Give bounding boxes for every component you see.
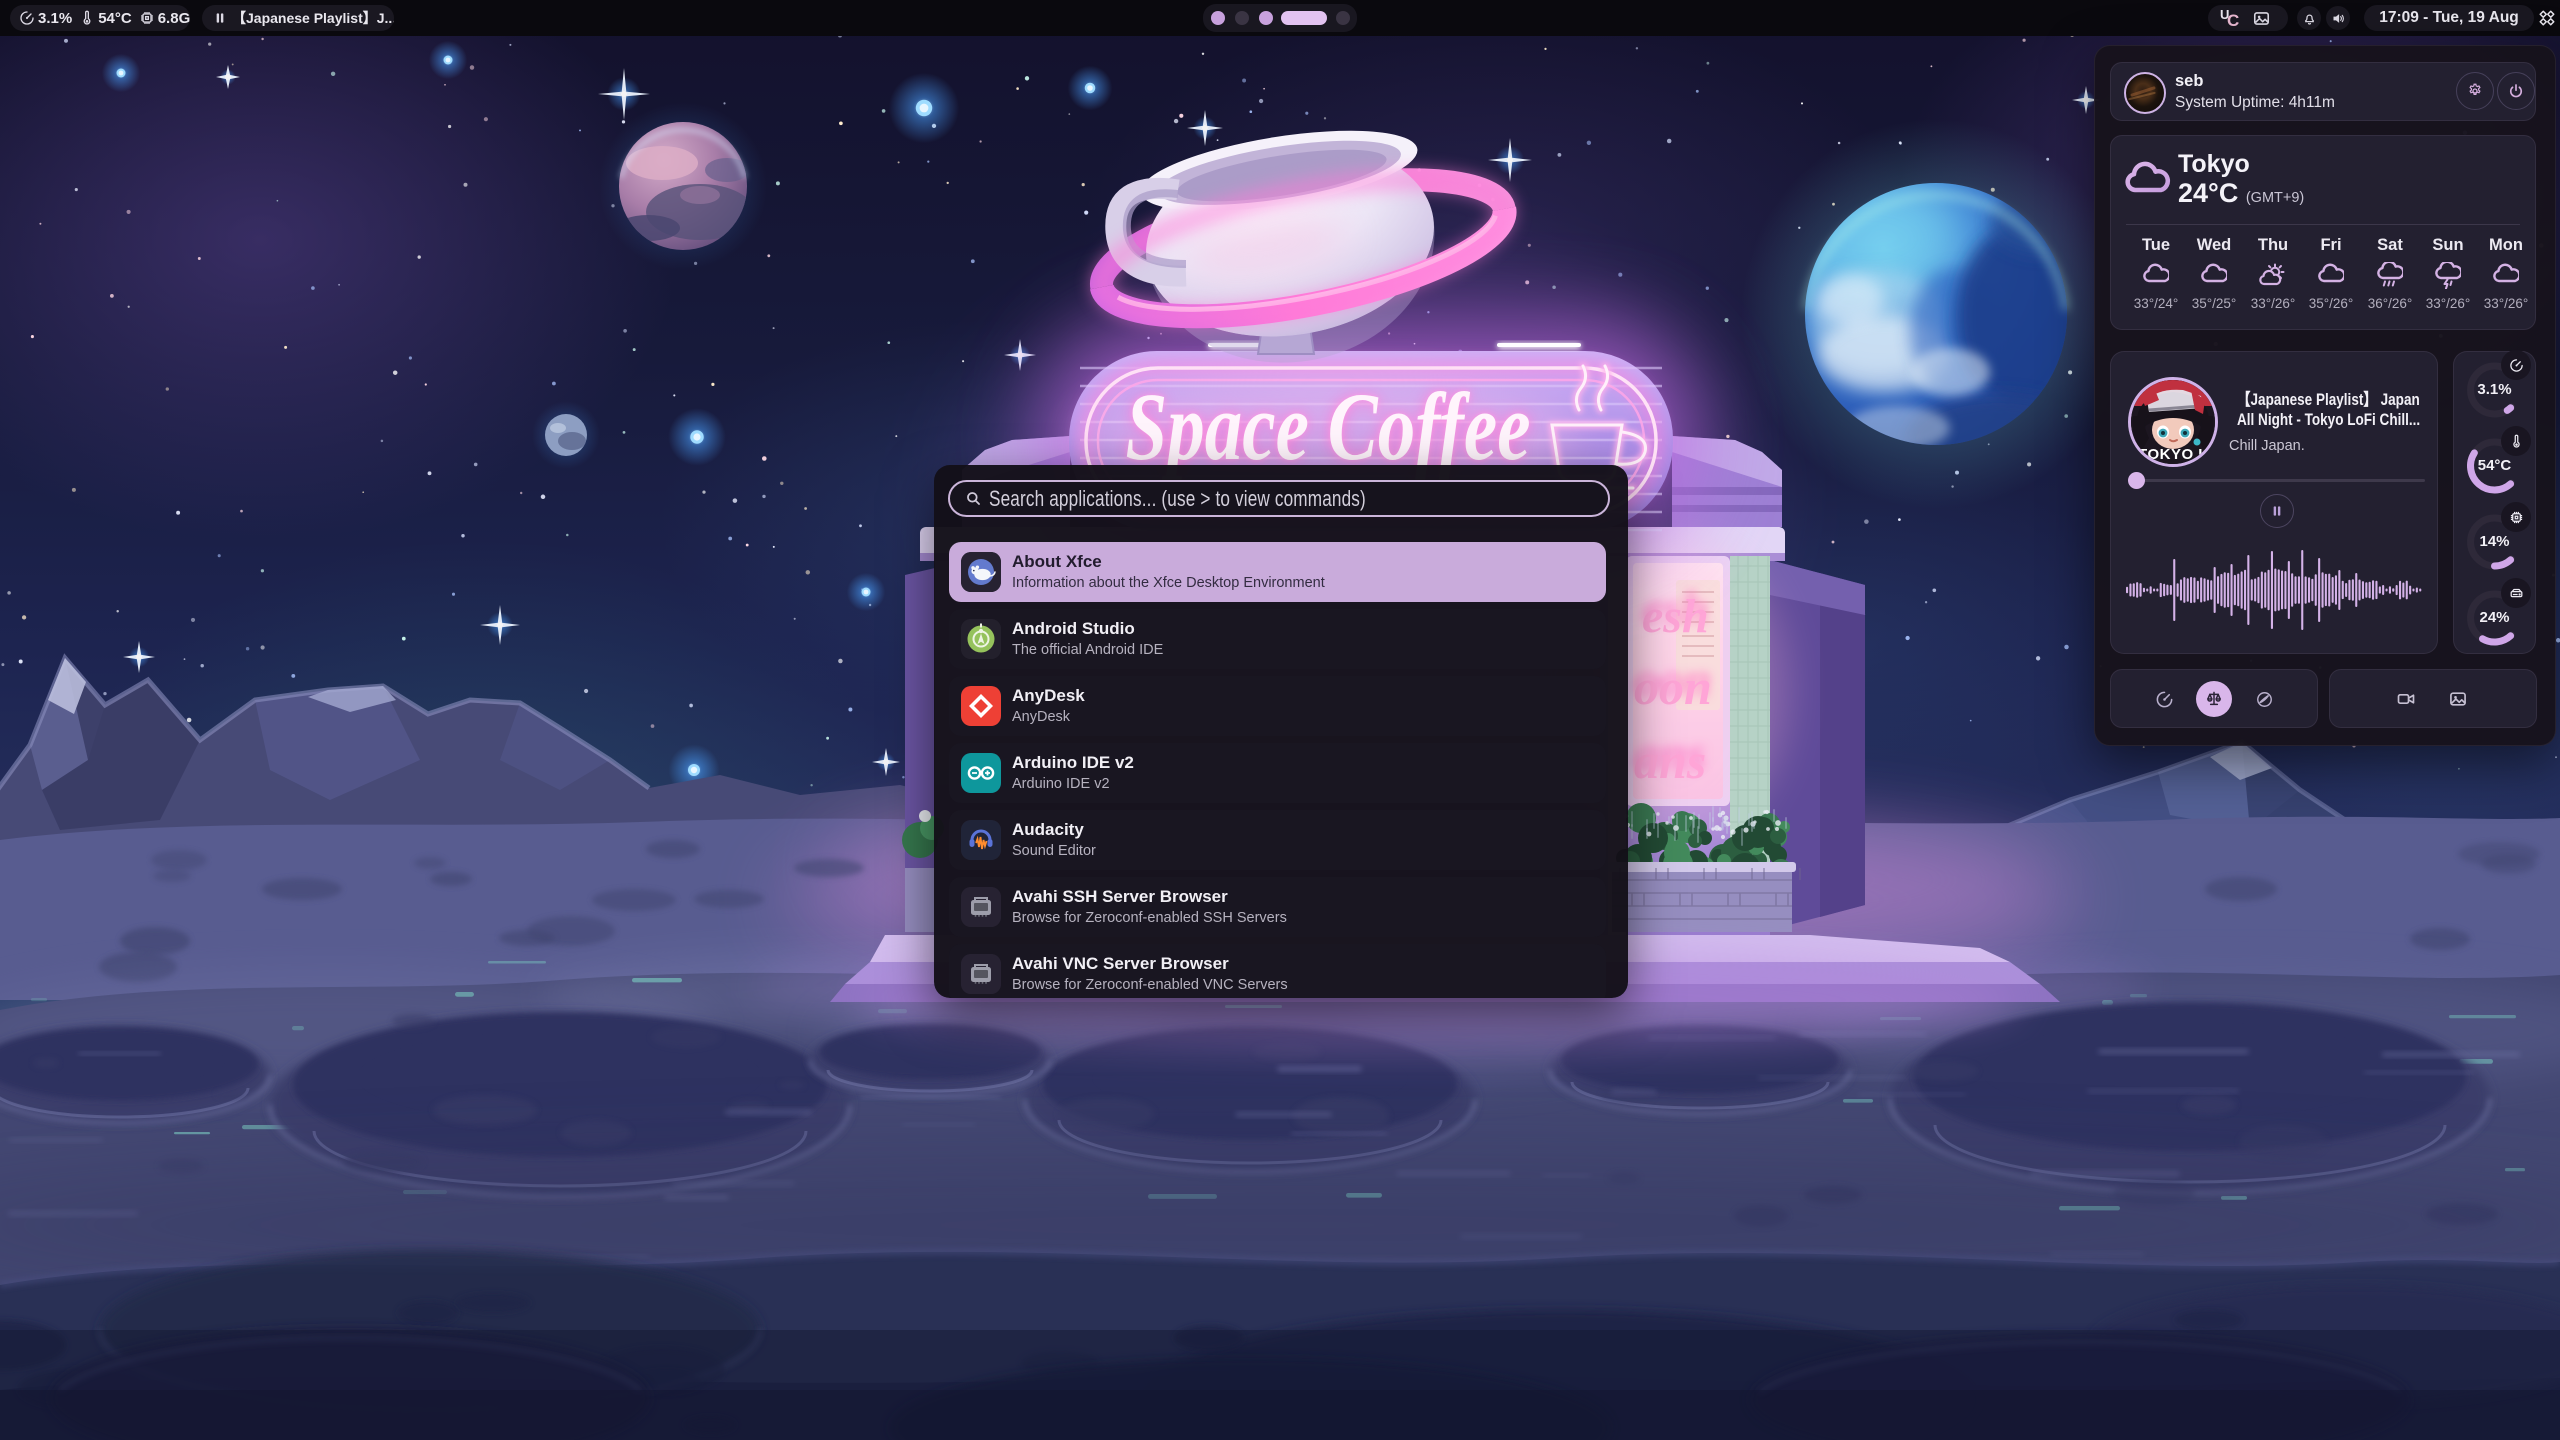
svg-text:TOKYO L: TOKYO L xyxy=(2138,446,2208,463)
svg-text:Space Coffee: Space Coffee xyxy=(1126,373,1531,480)
